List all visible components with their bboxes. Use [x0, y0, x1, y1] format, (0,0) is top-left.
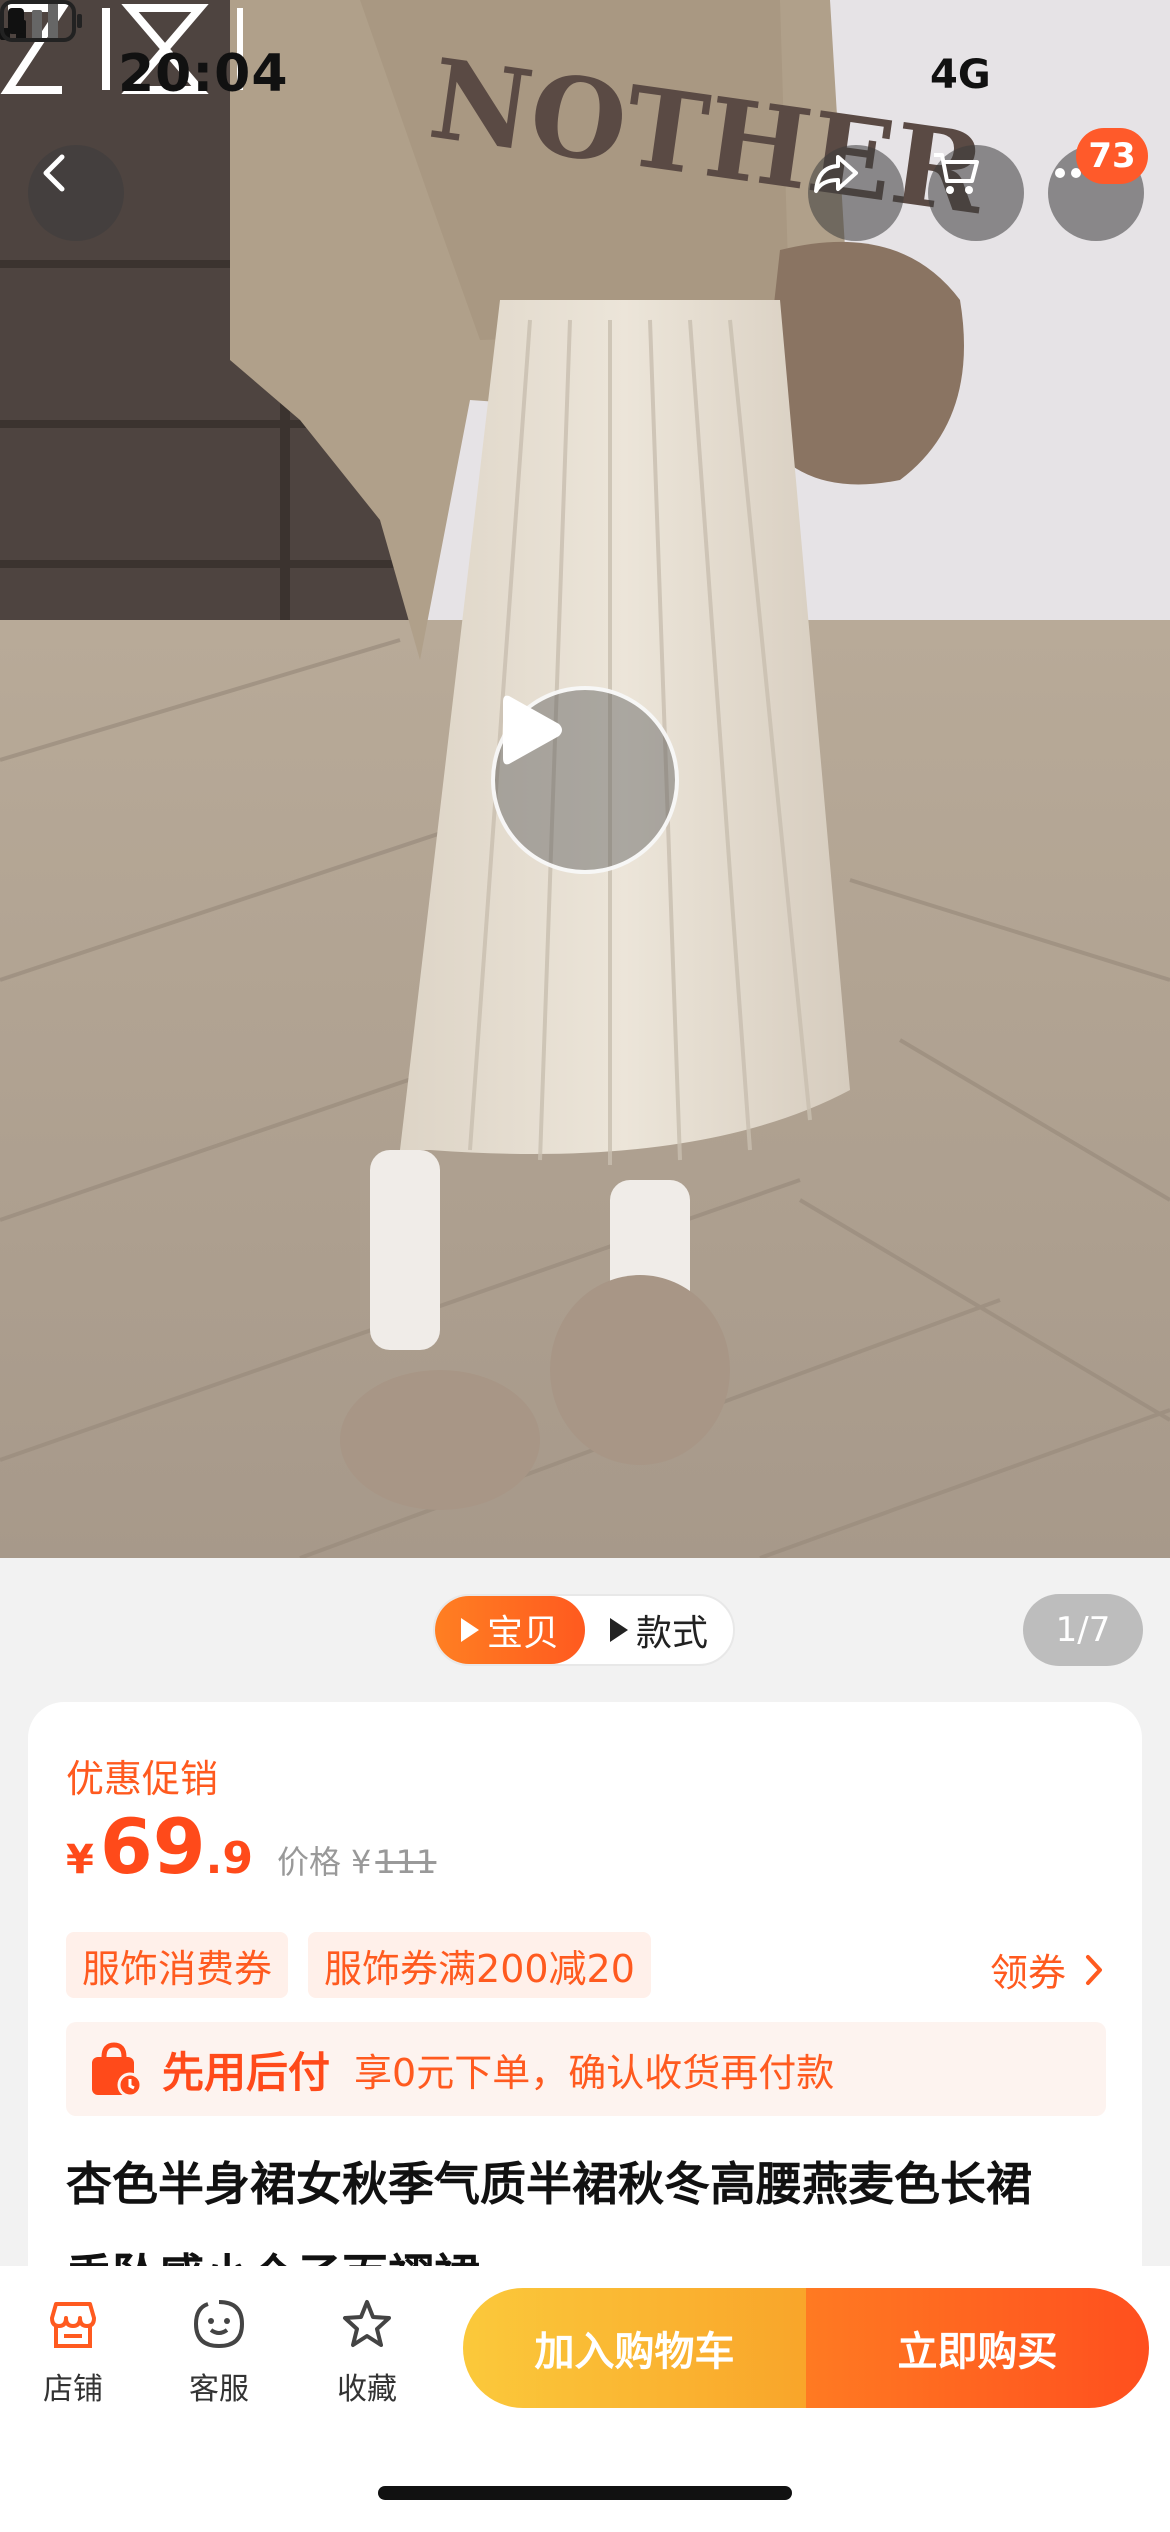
battery-icon: [0, 0, 82, 42]
status-bar: 20:04 4G: [0, 0, 1170, 150]
chevron-left-icon: [43, 154, 65, 192]
price-currency: ¥: [66, 1837, 94, 1883]
price-decimal: .9: [205, 1833, 253, 1884]
service-label: 客服: [189, 2372, 249, 2407]
get-coupon-button[interactable]: 领券: [990, 1942, 1106, 1997]
share-icon: [814, 155, 858, 193]
service-icon: [193, 2300, 245, 2349]
shop-label: 店铺: [43, 2372, 103, 2407]
pay-later-banner[interactable]: 先用后付 享0元下单，确认收货再付款: [66, 2022, 1106, 2116]
play-icon: [503, 695, 562, 765]
promo-label: 优惠促销: [66, 1757, 219, 1801]
product-detail-page: NOTHER 20:04 4G 73 宝贝 款式 1/7 优惠促销 ¥ 69 .…: [0, 0, 1170, 2532]
original-price: 111: [375, 1843, 437, 1881]
add-to-cart-button[interactable]: 加入购物车: [463, 2288, 806, 2408]
status-time: 20:04: [118, 44, 289, 104]
get-coupon-label: 领券: [989, 1951, 1066, 1995]
price-integer: 69: [99, 1802, 206, 1891]
product-media[interactable]: NOTHER 20:04 4G 73: [0, 0, 1170, 1558]
purchase-buttons: 加入购物车 立即购买: [463, 2288, 1149, 2408]
buy-now-button[interactable]: 立即购买: [806, 2288, 1149, 2408]
home-indicator[interactable]: [378, 2486, 792, 2500]
product-title-line: 杏色半身裙女秋季气质半裙秋冬高腰燕麦色长裙: [66, 2157, 1032, 2211]
pay-later-desc: 享0元下单，确认收货再付款: [354, 2050, 835, 2095]
favorite-button[interactable]: 收藏: [312, 2296, 422, 2408]
favorite-label: 收藏: [337, 2372, 397, 2407]
tab-product[interactable]: 宝贝: [435, 1596, 585, 1664]
play-icon: [460, 1618, 479, 1642]
network-type: 4G: [930, 52, 991, 98]
media-counter: 1/7: [1023, 1594, 1143, 1666]
cart-icon: [934, 153, 979, 194]
cart-button[interactable]: [928, 145, 1024, 241]
tab-style[interactable]: 款式: [585, 1596, 733, 1664]
original-price-currency: ¥: [350, 1843, 372, 1881]
coupon-tag[interactable]: 服饰消费券: [66, 1932, 289, 1998]
pay-later-title: 先用后付: [162, 2047, 331, 2097]
chevron-right-icon: [1086, 1954, 1102, 1985]
back-button[interactable]: [28, 145, 124, 241]
shop-button[interactable]: 店铺: [18, 2296, 128, 2408]
original-price-label: 价格: [276, 1843, 341, 1881]
coupon-tag[interactable]: 服饰券满200减20: [308, 1932, 651, 1998]
star-icon: [343, 2300, 391, 2347]
shopping-bag-icon: [92, 2042, 142, 2098]
customer-service-button[interactable]: 客服: [164, 2296, 274, 2408]
coupon-list: 服饰消费券 服饰券满200减20: [66, 1932, 651, 1998]
play-button[interactable]: [491, 686, 679, 874]
message-count-badge: 73: [1076, 128, 1148, 184]
play-icon: [609, 1618, 628, 1642]
tab-product-label: 宝贝: [486, 1613, 559, 1654]
media-tabs: 宝贝 款式: [433, 1594, 735, 1666]
shop-icon: [50, 2302, 96, 2348]
price-row: ¥ 69 .9 价格 ¥ 111: [66, 1802, 436, 1892]
share-button[interactable]: [808, 145, 904, 241]
tab-style-label: 款式: [635, 1613, 708, 1654]
